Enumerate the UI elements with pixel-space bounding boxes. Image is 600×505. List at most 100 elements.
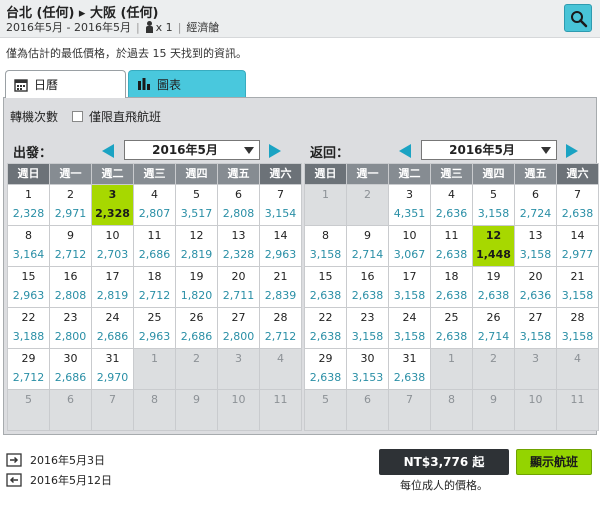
day-cell[interactable]: 20 2,636 [515,267,556,307]
day-cell[interactable]: 5 3,517 [176,185,217,225]
day-cell[interactable]: 2 2,971 [50,185,91,225]
day-cell[interactable]: 20 2,711 [218,267,259,307]
day-cell[interactable]: 27 2,800 [218,308,259,348]
day-cell-disabled: 9 [176,390,217,430]
day-cell-disabled: 9 [473,390,514,430]
day-cell[interactable]: 26 2,686 [176,308,217,348]
tab-calendar[interactable]: 日曆 [5,70,126,98]
day-cell[interactable]: 11 2,686 [134,226,175,266]
day-cell[interactable]: 21 2,839 [260,267,301,307]
search-button[interactable] [564,4,592,32]
day-cell-disabled: 3 [515,349,556,389]
day-cell[interactable]: 8 3,158 [305,226,346,266]
day-cell[interactable]: 18 2,638 [431,267,472,307]
day-cell[interactable]: 29 2,638 [305,349,346,389]
day-price: 2,686 [138,248,171,261]
day-cell[interactable]: 31 2,638 [389,349,430,389]
day-cell[interactable]: 7 2,638 [557,185,598,225]
month-select[interactable]: 2016年5月 [421,140,557,160]
day-cell[interactable]: 24 2,686 [92,308,133,348]
day-cell-selected[interactable]: 3 2,328 [92,185,133,225]
day-price: 2,711 [222,289,255,302]
day-number: 7 [277,188,284,201]
day-cell[interactable]: 23 2,800 [50,308,91,348]
day-cell-disabled: 8 [431,390,472,430]
day-cell[interactable]: 27 3,158 [515,308,556,348]
day-cell[interactable]: 17 2,819 [92,267,133,307]
day-cell[interactable]: 22 3,188 [8,308,49,348]
day-cell[interactable]: 30 2,686 [50,349,91,389]
show-flights-button[interactable]: 顯示航班 [516,449,592,475]
tab-chart[interactable]: 圖表 [128,70,246,97]
prev-month-icon[interactable] [399,144,411,158]
prev-month-icon[interactable] [102,144,114,158]
day-cell-selected[interactable]: 12 1,448 [473,226,514,266]
day-cell[interactable]: 4 2,636 [431,185,472,225]
day-cell[interactable]: 3 4,351 [389,185,430,225]
day-cell[interactable]: 6 2,724 [515,185,556,225]
day-cell[interactable]: 23 3,158 [347,308,388,348]
day-cell[interactable]: 12 2,819 [176,226,217,266]
day-cell[interactable]: 16 2,808 [50,267,91,307]
day-price: 2,328 [222,248,255,261]
day-price: 2,963 [138,330,171,343]
day-price: 3,158 [561,289,594,302]
direct-only-label[interactable]: 僅限直飛航班 [89,108,161,125]
day-cell[interactable]: 7 3,154 [260,185,301,225]
calendar-grid: 週日 週一 週二 週三 週四 週五 週六 1 2 3 4,351 4 2,636 5 3,158 6 2,724… [304,163,599,431]
day-cell[interactable]: 26 2,714 [473,308,514,348]
day-cell[interactable]: 13 2,328 [218,226,259,266]
stops-filter: 轉機次數 僅限直飛航班 [10,108,161,125]
day-cell[interactable]: 31 2,970 [92,349,133,389]
day-cell[interactable]: 8 3,164 [8,226,49,266]
day-cell[interactable]: 9 2,714 [347,226,388,266]
day-price: 3,517 [180,207,213,220]
day-cell[interactable]: 25 2,963 [134,308,175,348]
direct-only-checkbox[interactable] [72,111,84,122]
day-cell[interactable]: 4 2,807 [134,185,175,225]
day-number: 2 [364,188,371,201]
day-cell-disabled: 1 [305,185,346,225]
day-cell[interactable]: 17 3,158 [389,267,430,307]
day-cell[interactable]: 15 2,638 [305,267,346,307]
day-price: 2,686 [180,330,213,343]
search-summary-bar: 台北 (任何) ▸ 大阪 (任何) 2016年5月 - 2016年5月 | x … [0,0,600,38]
day-cell[interactable]: 28 2,712 [260,308,301,348]
day-price: 2,808 [54,289,87,302]
day-cell[interactable]: 14 2,963 [260,226,301,266]
day-cell[interactable]: 22 2,638 [305,308,346,348]
day-cell[interactable]: 25 2,638 [431,308,472,348]
divider: | [135,20,140,34]
day-cell[interactable]: 6 2,808 [218,185,259,225]
day-number: 13 [528,229,543,242]
day-cell[interactable]: 10 2,703 [92,226,133,266]
day-cell[interactable]: 10 3,067 [389,226,430,266]
day-cell[interactable]: 5 3,158 [473,185,514,225]
calendar-panel-body: 轉機次數 僅限直飛航班 出發： 2016年5月 週日 週一 週二 週三 週四 週五 週六 1 2… [3,97,599,435]
day-cell[interactable]: 16 2,638 [347,267,388,307]
day-cell[interactable]: 28 3,158 [557,308,598,348]
day-cell[interactable]: 9 2,712 [50,226,91,266]
next-month-icon[interactable] [269,144,281,158]
day-number: 9 [490,393,497,406]
day-cell[interactable]: 18 2,712 [134,267,175,307]
day-number: 9 [364,229,371,242]
day-cell[interactable]: 13 3,158 [515,226,556,266]
day-cell[interactable]: 30 3,153 [347,349,388,389]
person-icon [145,21,154,33]
day-cell[interactable]: 24 3,158 [389,308,430,348]
day-number: 30 [360,352,375,365]
day-price: 2,638 [309,371,342,384]
day-cell[interactable]: 19 1,820 [176,267,217,307]
month-select-value: 2016年5月 [449,143,515,157]
day-cell[interactable]: 14 2,977 [557,226,598,266]
next-month-icon[interactable] [566,144,578,158]
day-cell[interactable]: 21 3,158 [557,267,598,307]
day-cell[interactable]: 11 2,638 [431,226,472,266]
day-cell[interactable]: 29 2,712 [8,349,49,389]
month-select[interactable]: 2016年5月 [124,140,260,160]
day-cell[interactable]: 15 2,963 [8,267,49,307]
day-cell[interactable]: 19 2,638 [473,267,514,307]
day-number: 14 [570,229,585,242]
day-cell[interactable]: 1 2,328 [8,185,49,225]
